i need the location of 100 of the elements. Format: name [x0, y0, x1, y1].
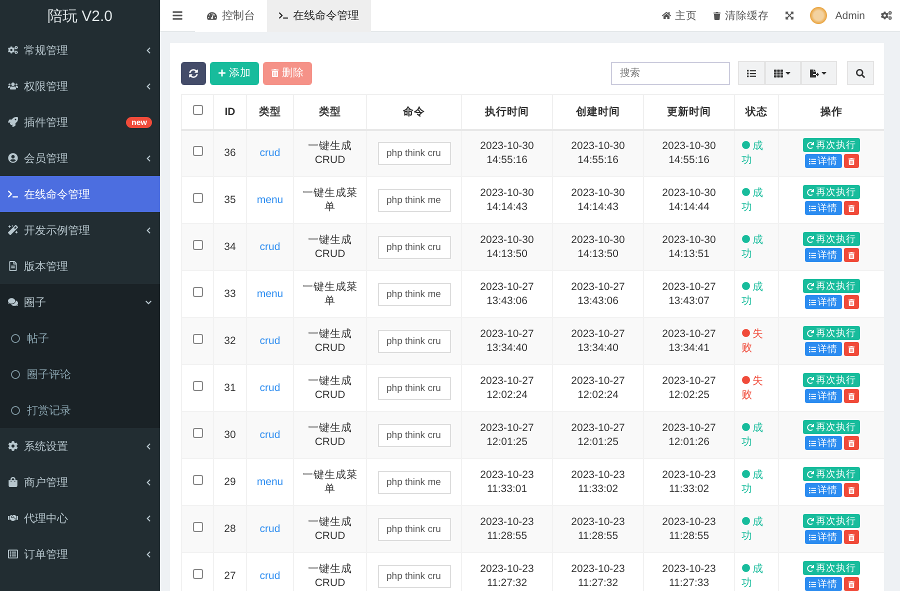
columns-button[interactable] [765, 61, 801, 85]
command-field[interactable]: php think me [378, 470, 450, 494]
command-field[interactable]: php think me [378, 282, 450, 306]
checkbox[interactable] [192, 381, 202, 391]
command-field[interactable]: php think cru [378, 142, 450, 165]
list-icon [808, 534, 816, 540]
checkbox[interactable] [192, 193, 202, 203]
user-name[interactable]: Admin [835, 10, 865, 22]
toggle-view-button[interactable] [738, 61, 765, 85]
command-field[interactable]: php think cru [378, 236, 450, 258]
sidebar-item[interactable]: 在线命令管理 [0, 176, 160, 212]
rerun-button[interactable]: 再次执行 [803, 514, 860, 528]
sidebar-subitem[interactable]: 圈子评论 [0, 356, 160, 392]
detail-button[interactable]: 详情 [804, 248, 842, 262]
type-link[interactable]: crud [260, 523, 280, 535]
rerun-button[interactable]: 再次执行 [803, 326, 860, 340]
checkbox[interactable] [192, 105, 202, 116]
sidebar-subitem[interactable]: 帖子 [0, 320, 160, 356]
type-link[interactable]: crud [260, 429, 280, 441]
rerun-button[interactable]: 再次执行 [803, 373, 860, 387]
sidebar-item[interactable]: 系统设置 [0, 428, 160, 464]
detail-button[interactable]: 详情 [804, 483, 842, 497]
fullscreen-icon[interactable] [785, 11, 794, 20]
command-field[interactable]: php think cru [378, 330, 450, 352]
status-label: 成功 [742, 186, 764, 214]
rerun-button[interactable]: 再次执行 [803, 420, 860, 434]
rerun-button[interactable]: 再次执行 [803, 467, 860, 481]
delete-row-button[interactable] [844, 483, 858, 497]
type-link[interactable]: menu [256, 288, 284, 300]
sidebar-item[interactable]: 会员管理 [0, 140, 160, 176]
type-link[interactable]: menu [256, 194, 284, 206]
sidebar-item[interactable]: 插件管理 new [0, 104, 160, 140]
refresh-button[interactable] [181, 62, 206, 84]
detail-button[interactable]: 详情 [804, 436, 842, 450]
rerun-button[interactable]: 再次执行 [803, 232, 860, 246]
rerun-button[interactable]: 再次执行 [803, 138, 860, 152]
rerun-button[interactable]: 再次执行 [803, 185, 860, 199]
tab[interactable]: 在线命令管理 [267, 0, 371, 32]
menu-icon[interactable] [172, 10, 183, 21]
search-field[interactable]: 搜索 [611, 62, 730, 84]
sidebar-item[interactable]: 权限管理 [0, 68, 160, 104]
status-label: 成功 [742, 515, 764, 543]
detail-button[interactable]: 详情 [804, 577, 842, 591]
settings-icon [8, 441, 18, 451]
delete-row-button[interactable] [844, 154, 858, 168]
type-link[interactable]: crud [260, 241, 280, 253]
checkbox[interactable] [192, 569, 202, 579]
type-link[interactable]: menu [256, 476, 284, 488]
delete-row-button[interactable] [844, 201, 858, 215]
detail-button[interactable]: 详情 [804, 342, 842, 356]
type-link[interactable]: crud [260, 570, 280, 582]
checkbox[interactable] [192, 146, 202, 156]
delete-row-button[interactable] [844, 436, 858, 450]
chevron-left-icon [145, 82, 152, 90]
delete-row-button[interactable] [844, 389, 858, 403]
gears-icon[interactable] [881, 10, 892, 21]
command-field[interactable]: php think cru [378, 564, 450, 588]
header-link[interactable]: 清除缓存 [705, 0, 778, 32]
command-field[interactable]: php think cru [378, 376, 450, 400]
header-link[interactable]: 主页 [654, 0, 706, 32]
detail-button[interactable]: 详情 [804, 201, 842, 215]
sidebar-item[interactable]: 圈子 [0, 284, 160, 320]
search-button[interactable] [847, 61, 874, 85]
table-cell-text: 2023-10-23 11:28:55 [661, 515, 717, 543]
sidebar-item[interactable]: 代理中心 [0, 500, 160, 536]
add-button[interactable]: 添加 [210, 62, 259, 84]
delete-row-button[interactable] [844, 295, 858, 309]
delete-row-button[interactable] [844, 342, 858, 356]
sidebar-item[interactable]: 商户管理 [0, 464, 160, 500]
detail-button[interactable]: 详情 [804, 530, 842, 544]
delete-row-button[interactable] [844, 248, 858, 262]
detail-button[interactable]: 详情 [804, 154, 842, 168]
column-header: 执行时间 [485, 106, 529, 118]
type-link[interactable]: crud [260, 335, 280, 347]
checkbox[interactable] [192, 287, 202, 297]
sidebar-item[interactable]: 常规管理 [0, 32, 160, 68]
type-link[interactable]: crud [260, 147, 280, 160]
command-field[interactable]: php think me [378, 188, 450, 212]
rerun-button[interactable]: 再次执行 [803, 279, 860, 293]
detail-button[interactable]: 详情 [804, 295, 842, 309]
trash-icon [848, 392, 854, 400]
sidebar-item[interactable]: 版本管理 [0, 248, 160, 284]
sidebar-subitem[interactable]: 打赏记录 [0, 392, 160, 428]
table-cell-text: 2023-10-27 12:02:25 [661, 374, 717, 402]
sidebar-item[interactable]: 订单管理 [0, 536, 160, 572]
checkbox[interactable] [192, 334, 202, 344]
rerun-button[interactable]: 再次执行 [803, 561, 860, 575]
delete-row-button[interactable] [844, 530, 858, 544]
checkbox[interactable] [192, 240, 202, 250]
avatar[interactable] [810, 7, 828, 24]
export-button[interactable] [801, 61, 837, 85]
checkbox[interactable] [192, 428, 202, 438]
checkbox[interactable] [192, 475, 202, 485]
type-link[interactable]: crud [260, 382, 280, 394]
delete-row-button[interactable] [844, 577, 858, 591]
detail-button[interactable]: 详情 [804, 389, 842, 403]
command-field[interactable]: php think cru [378, 424, 450, 446]
command-field[interactable]: php think cru [378, 518, 450, 540]
sidebar-item[interactable]: 开发示例管理 [0, 212, 160, 248]
checkbox[interactable] [192, 522, 202, 532]
